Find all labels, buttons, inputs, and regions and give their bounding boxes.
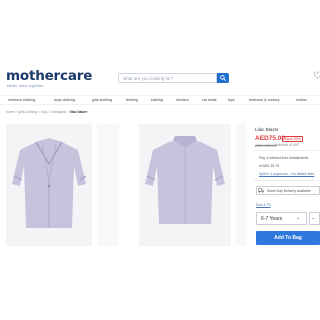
nav-item-newborn-clothing[interactable]: newborn clothing bbox=[8, 98, 35, 102]
logo-tagline: better start together bbox=[7, 84, 44, 88]
divider bbox=[253, 180, 320, 181]
save-badge: Save 50% bbox=[282, 136, 304, 142]
nav-item-car-seats[interactable]: car seats bbox=[202, 98, 217, 102]
breadcrumb-home[interactable]: home bbox=[6, 110, 14, 114]
product-image-side-strip-right bbox=[236, 124, 246, 246]
search-button[interactable] bbox=[217, 73, 229, 83]
nav-item-boys-clothing[interactable]: boys clothing bbox=[54, 98, 75, 102]
payment-link[interactable]: Split in 4 payments – No hidden fees bbox=[259, 172, 314, 176]
product-image-back[interactable] bbox=[139, 124, 231, 246]
breadcrumb-tops[interactable]: tops bbox=[41, 110, 47, 114]
breadcrumb: home > girls clothing > tops > cardigans… bbox=[6, 110, 88, 114]
delivery-label: Same Day Delivery Available bbox=[267, 189, 311, 193]
product-image-side-strip bbox=[97, 124, 119, 246]
vat-note: Inclusive of VAT bbox=[275, 143, 299, 147]
quantity-stepper[interactable]: − bbox=[309, 212, 320, 225]
nav-item-mother[interactable]: mother bbox=[296, 98, 307, 102]
product-image-front[interactable] bbox=[6, 124, 92, 246]
mothercare-logo[interactable]: mothercare bbox=[6, 68, 92, 84]
nav-item-strollers[interactable]: strollers bbox=[176, 98, 189, 102]
nav-item-girls-clothing[interactable]: girls clothing bbox=[92, 98, 112, 102]
nav-item-bathing[interactable]: bathing bbox=[151, 98, 163, 102]
breadcrumb-current: lilac blazer bbox=[69, 110, 88, 114]
blazer-back-image bbox=[145, 136, 225, 224]
payment-installments: Pay 4 interest-free installments bbox=[259, 156, 309, 160]
payment-amount: of AED 18.75 bbox=[259, 164, 279, 168]
main-nav: newborn clothing boys clothing girls clo… bbox=[0, 95, 320, 105]
divider bbox=[253, 150, 320, 151]
breadcrumb-girls-clothing[interactable]: girls clothing bbox=[18, 110, 37, 114]
chevron-down-icon: ⌄ bbox=[296, 215, 301, 221]
product-price: AED75.00 bbox=[255, 135, 285, 142]
add-to-bag-button[interactable]: Add To Bag bbox=[256, 231, 320, 245]
same-day-delivery-badge: Same Day Delivery Available bbox=[256, 186, 320, 195]
nav-item-feeding[interactable]: feeding bbox=[126, 98, 138, 102]
was-price: AED 150.00 bbox=[255, 143, 277, 148]
blazer-front-image bbox=[12, 138, 87, 228]
product-name: Lilac Blazer bbox=[255, 127, 279, 132]
wishlist-heart-icon[interactable]: ♡ bbox=[313, 72, 320, 82]
breadcrumb-cardigans[interactable]: cardigans bbox=[51, 110, 66, 114]
search-icon bbox=[220, 75, 226, 81]
truck-icon bbox=[258, 188, 264, 193]
search-input[interactable]: what are you looking for? bbox=[118, 73, 217, 83]
nav-item-toys[interactable]: toys bbox=[228, 98, 235, 102]
nav-item-bedroom-nursery[interactable]: bedroom & nursery bbox=[249, 98, 280, 102]
size-guide-link[interactable]: Size & Fit bbox=[256, 203, 271, 207]
